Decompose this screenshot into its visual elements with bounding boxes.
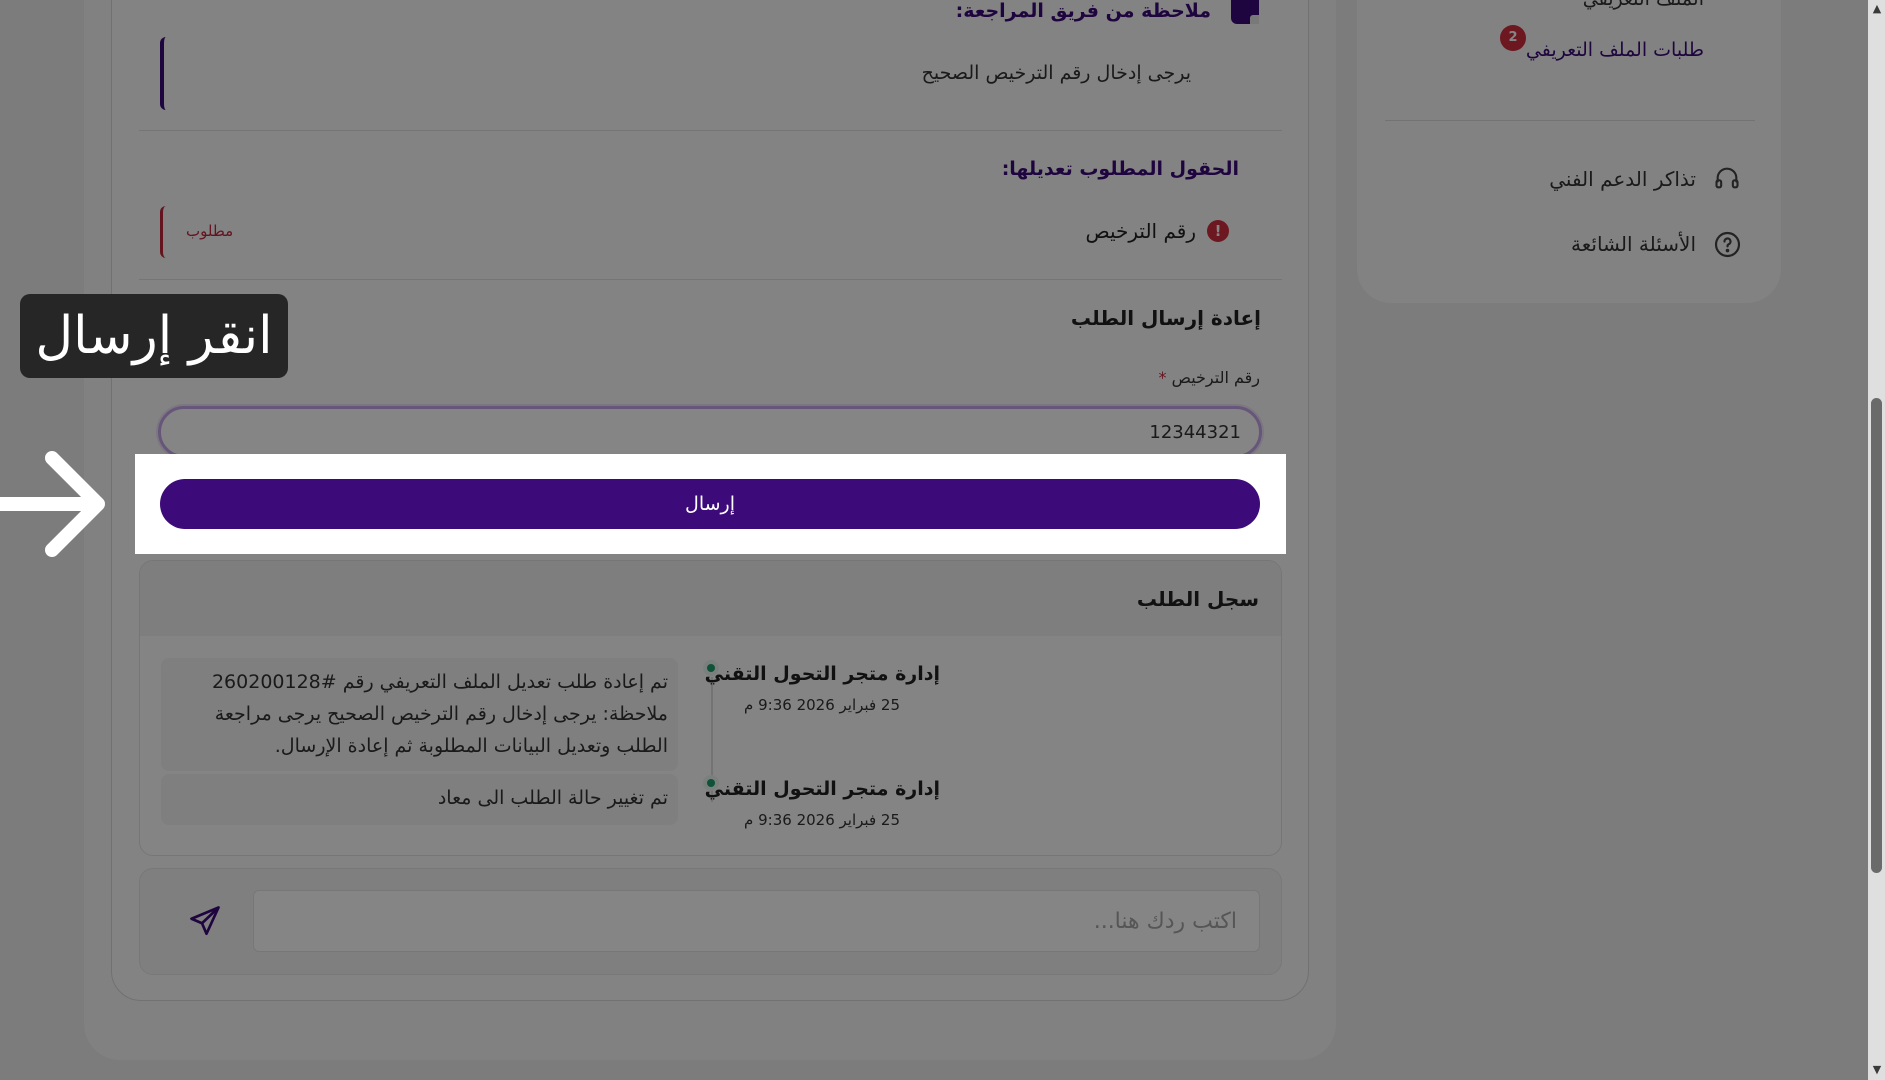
history-entry-author: إدارة متجر التحول التقني (704, 663, 940, 685)
scroll-up-icon[interactable]: ▲ (1870, 2, 1884, 16)
send-icon[interactable] (187, 903, 223, 939)
headset-icon (1715, 167, 1739, 189)
field-to-edit-name: رقم الترخيص (1085, 219, 1196, 243)
tutorial-tooltip: انقر إرسال (20, 294, 288, 378)
history-entry-time: 25 فبراير 2026 9:36 م (744, 811, 900, 829)
arrow-right-icon (0, 451, 105, 557)
request-history-card: سجل الطلب إدارة متجر التحول التقني 25 فب… (139, 560, 1282, 856)
license-number-label: رقم الترخيص * (1159, 368, 1261, 387)
section-divider (139, 279, 1282, 280)
scrollbar-thumb[interactable] (1871, 398, 1882, 873)
sidebar-item-dot (1716, 46, 1726, 56)
history-title: سجل الطلب (1136, 587, 1259, 611)
resubmit-title: إعادة إرسال الطلب (1070, 306, 1261, 330)
license-label-text: رقم الترخيص (1171, 368, 1260, 387)
sidebar-link-support-tickets[interactable]: تذاكر الدعم الفني (1549, 167, 1696, 191)
question-circle-icon (1714, 231, 1741, 258)
sidebar-link-faq[interactable]: الأسئلة الشائعة (1571, 232, 1696, 256)
history-entry-time: 25 فبراير 2026 9:36 م (744, 696, 900, 714)
required-star: * (1158, 368, 1167, 387)
review-note-text: يرجى إدخال رقم الترخيص الصحيح (921, 62, 1191, 84)
note-icon (1231, 0, 1259, 24)
alert-icon: ! (1207, 220, 1229, 242)
section-divider (139, 130, 1282, 131)
sidebar-item-profile-requests[interactable]: طلبات الملف التعريفي (1526, 39, 1704, 61)
sidebar-divider (1385, 120, 1755, 121)
history-entry-author: إدارة متجر التحول التقني (704, 778, 940, 800)
reply-input[interactable] (253, 890, 1260, 952)
submit-button[interactable]: إرسال (160, 479, 1260, 529)
scroll-down-icon[interactable]: ▼ (1870, 1063, 1884, 1077)
history-entry-message: تم تغيير حالة الطلب الى معاد (161, 774, 678, 825)
review-note-title: ملاحظة من فريق المراجعة: (955, 0, 1211, 22)
history-header (140, 561, 1281, 636)
history-entry-message: تم إعادة طلب تعديل الملف التعريفي رقم #2… (161, 658, 678, 771)
fields-to-edit-title: الحقول المطلوب تعديلها: (1001, 158, 1239, 180)
notification-badge: 2 (1500, 25, 1526, 51)
license-number-input[interactable] (158, 406, 1262, 458)
sidebar-item-profile[interactable]: الملف التعريفي (1583, 0, 1704, 10)
required-label: مطلوب (186, 222, 234, 240)
